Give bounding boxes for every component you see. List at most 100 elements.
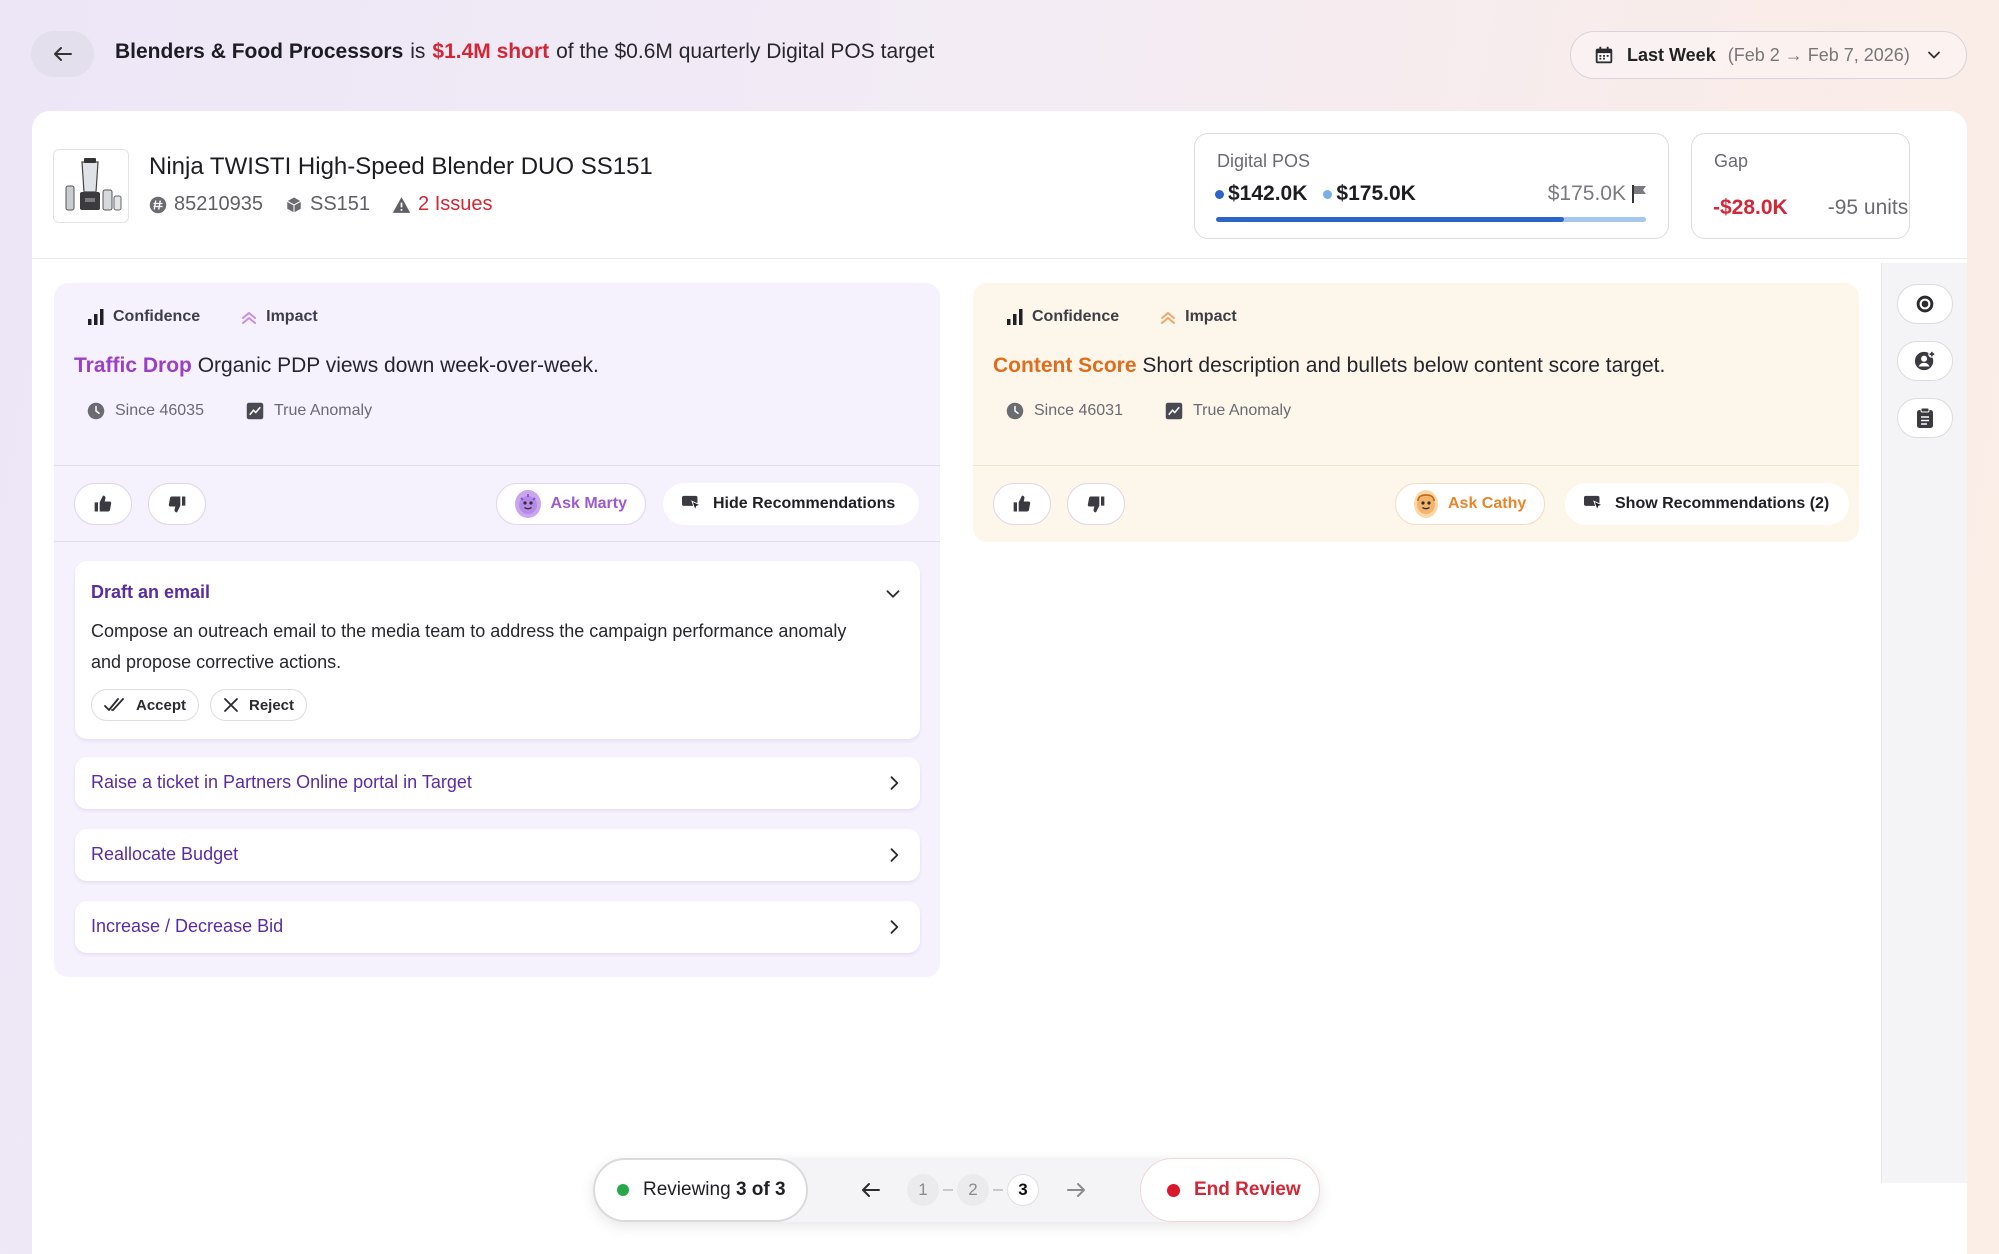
- target-icon: [1916, 295, 1934, 313]
- recommendation-title: Increase / Decrease Bid: [91, 916, 284, 936]
- thumbs-down-button[interactable]: [1067, 483, 1125, 525]
- recommendations-cursor-icon: [682, 495, 702, 512]
- clipboard-button[interactable]: [1897, 398, 1953, 438]
- product-meta: 85210935 SS151 2 Issues: [149, 193, 493, 216]
- previous-arrow-icon[interactable]: [858, 1178, 884, 1202]
- chevron-down-icon[interactable]: [882, 583, 904, 605]
- hash-icon: [149, 196, 167, 213]
- warning-icon: [392, 196, 411, 213]
- review-navigator: Reviewing 3 of 3 1 2 3 End Review: [593, 1158, 1320, 1222]
- x-icon: [224, 698, 238, 712]
- thumbs-up-button[interactable]: [993, 483, 1051, 525]
- recommendation-body: Compose an outreach email to the media t…: [91, 621, 847, 672]
- marty-avatar-icon: [515, 490, 541, 518]
- projected-legend-dot: [1323, 189, 1333, 199]
- end-review-label: End Review: [1194, 1179, 1301, 1200]
- clipboard-icon: [1917, 407, 1933, 428]
- page-separator: [993, 1189, 1003, 1191]
- recommendation-title: Draft an email: [91, 582, 211, 602]
- since-label: Since 46031: [1034, 402, 1123, 419]
- issue-panel-content-score: Confidence Impact Content Score Short de…: [973, 283, 1859, 542]
- kpi-target-value: $175.0K: [1547, 182, 1626, 205]
- issue-keyword: Content Score: [993, 354, 1137, 377]
- ask-marty-button[interactable]: Ask Marty: [496, 483, 646, 525]
- date-range-value: (Feb 2 → Feb 7, 2026): [1727, 44, 1910, 65]
- product-model: SS151: [309, 193, 371, 215]
- page-2-button[interactable]: 2: [957, 1174, 989, 1206]
- product-id: 85210935: [174, 193, 263, 215]
- next-arrow-icon[interactable]: [1063, 1178, 1089, 1202]
- page-separator: [943, 1189, 953, 1191]
- add-user-button[interactable]: [1897, 341, 1953, 381]
- gap-amount: -$28.0K: [1713, 196, 1788, 219]
- anomaly-meta: True Anomaly: [246, 402, 372, 420]
- since-meta: Since 46035: [87, 402, 204, 420]
- recommendation-title: Reallocate Budget: [91, 844, 239, 864]
- page-1-button[interactable]: 1: [907, 1174, 939, 1206]
- recommendations-cursor-icon: [1584, 495, 1604, 512]
- ask-cathy-label: Ask Cathy: [1448, 495, 1527, 512]
- recommendation-adjust-bid[interactable]: Increase / Decrease Bid: [75, 901, 920, 953]
- issues-badge[interactable]: 2 Issues: [392, 193, 493, 216]
- category-name: Blenders & Food Processors: [115, 40, 404, 63]
- calendar-icon: [1595, 46, 1613, 64]
- review-status: Reviewing 3 of 3: [593, 1158, 808, 1222]
- review-status-prefix: Reviewing: [643, 1179, 731, 1200]
- panel-divider: [973, 465, 1859, 466]
- double-chevron-up-icon: [242, 312, 257, 324]
- shortfall-amount: $1.4M short: [432, 40, 550, 63]
- end-review-button[interactable]: End Review: [1140, 1158, 1320, 1222]
- kpi-title: Gap: [1714, 151, 1749, 171]
- thumbs-down-icon: [1087, 496, 1105, 513]
- ask-marty-label: Ask Marty: [550, 495, 627, 512]
- accept-button[interactable]: Accept: [91, 689, 200, 721]
- ask-cathy-button[interactable]: Ask Cathy: [1395, 483, 1545, 525]
- issues-count: 2 Issues: [418, 193, 493, 215]
- recommendation-reallocate-budget[interactable]: Reallocate Budget: [75, 829, 920, 881]
- impact-tag: Impact: [240, 308, 318, 326]
- reject-button[interactable]: Reject: [210, 689, 308, 721]
- thumbs-down-button[interactable]: [148, 483, 206, 525]
- confidence-label: Confidence: [1032, 308, 1120, 325]
- digital-pos-kpi: Digital POS $142.0K $175.0K $175.0K: [1194, 133, 1669, 239]
- double-chevron-up-icon: [1161, 312, 1176, 324]
- thumbs-up-button[interactable]: [74, 483, 132, 525]
- date-range-selector[interactable]: Last Week (Feb 2 → Feb 7, 2026): [1570, 31, 1967, 79]
- thumbs-up-icon: [1013, 495, 1031, 512]
- recommendation-raise-ticket[interactable]: Raise a ticket in Partners Online portal…: [75, 757, 920, 809]
- since-meta: Since 46031: [1006, 402, 1123, 420]
- actual-legend-dot: [1215, 189, 1224, 199]
- hide-recommendations-button[interactable]: Hide Recommendations: [663, 483, 919, 525]
- issue-description: Content Score Short description and bull…: [993, 354, 1665, 378]
- anomaly-label: True Anomaly: [1192, 402, 1292, 419]
- show-recommendations-button[interactable]: Show Recommendations (2): [1565, 483, 1849, 525]
- box-icon: [286, 197, 301, 212]
- trend-chart-icon: [246, 402, 264, 420]
- issue-panel-traffic-drop: Confidence Impact Traffic Drop Organic P…: [54, 283, 940, 977]
- record-dot: [1167, 1183, 1180, 1197]
- back-button[interactable]: [31, 31, 94, 77]
- gap-units: -95 units: [1827, 196, 1909, 219]
- panel-divider: [54, 465, 940, 466]
- arrow-left-icon: [53, 47, 72, 61]
- issue-keyword: Traffic Drop: [74, 354, 192, 377]
- thumbs-up-icon: [94, 495, 112, 512]
- signal-bars-icon: [1007, 309, 1023, 325]
- status-dot: [617, 1184, 629, 1196]
- page-3-button[interactable]: 3: [1007, 1174, 1039, 1206]
- issue-text: Short description and bullets below cont…: [1142, 354, 1666, 377]
- target-button[interactable]: [1897, 284, 1953, 324]
- headline-verb: is: [410, 40, 426, 63]
- product-title: Ninja TWISTI High-Speed Blender DUO SS15…: [149, 153, 653, 180]
- hide-recommendations-label: Hide Recommendations: [713, 495, 896, 512]
- recommendation-draft-email[interactable]: Draft an email Compose an outreach email…: [75, 561, 920, 739]
- chevron-right-icon: [890, 848, 899, 862]
- product-thumbnail: [53, 149, 129, 223]
- clock-icon: [87, 402, 105, 420]
- product-id-item: 85210935: [149, 193, 263, 216]
- page-headline: Blenders & Food Processors is $1.4M shor…: [115, 40, 934, 64]
- recommendations-divider: [54, 541, 940, 542]
- confidence-label: Confidence: [113, 308, 201, 325]
- chevron-right-icon: [890, 920, 899, 934]
- clock-icon: [1006, 402, 1024, 420]
